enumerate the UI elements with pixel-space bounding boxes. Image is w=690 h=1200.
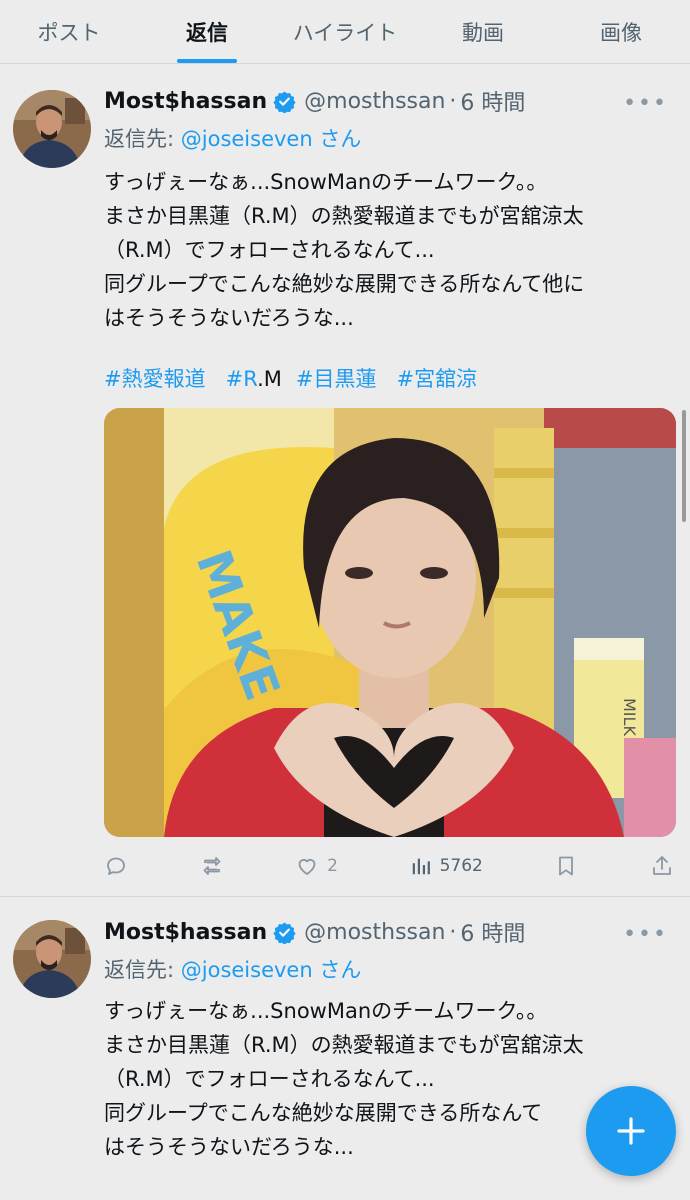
hashtag-link[interactable]: #目黒蓮 (296, 367, 377, 391)
share-icon (653, 856, 671, 875)
tab-label: 画像 (600, 20, 642, 45)
like-count: 2 (327, 856, 338, 876)
tweet[interactable]: Most$hassan @mosthssan · 6 時間 ••• 返信先: @… (0, 898, 690, 1200)
hashtag-link[interactable]: #宮舘涼 (396, 367, 477, 391)
tab-replies[interactable]: 返信 (138, 0, 276, 63)
display-name[interactable]: Most$hassan (104, 920, 267, 945)
bar-chart-icon (412, 858, 430, 875)
tweet-text-line: すっげぇーなぁ...SnowManのチームワーク。。 (104, 999, 548, 1023)
milk-carton-label: MILK (620, 698, 639, 736)
tweet-text: すっげぇーなぁ...SnowManのチームワーク。。 まさか目黒蓮（R.M）の熱… (104, 165, 684, 335)
mention-suffix[interactable]: さん (313, 958, 361, 982)
hashtag-link[interactable]: #熱愛報道 (104, 367, 206, 391)
tab-label: 動画 (462, 20, 504, 45)
handle[interactable]: @mosthssan (304, 89, 445, 114)
compose-button[interactable] (586, 1086, 676, 1176)
views-button[interactable]: 5762 (410, 855, 483, 877)
heart-icon (298, 859, 316, 875)
display-name[interactable]: Most$hassan (104, 89, 267, 114)
like-button[interactable]: 2 (295, 854, 338, 878)
tab-posts[interactable]: ポスト (0, 0, 138, 63)
hashtag-plain-text: .M (257, 367, 282, 391)
reply-icon (107, 857, 125, 875)
tab-label: 返信 (186, 20, 228, 45)
separator: · (449, 919, 457, 945)
tweet-text-line: はそうそうないだろうな... (104, 306, 354, 330)
tweet-text-line: （R.M）でフォローされるなんて... (104, 238, 435, 262)
more-dots-icon[interactable]: ••• (623, 91, 668, 116)
reply-to: 返信先: @joseiseven さん (104, 123, 361, 153)
profile-tabs: ポスト 返信 ハイライト 動画 画像 (0, 0, 690, 64)
scrollbar[interactable] (682, 410, 686, 522)
reply-to: 返信先: @joseiseven さん (104, 954, 361, 984)
active-tab-indicator (177, 59, 237, 63)
bookmark-button[interactable] (554, 854, 578, 878)
tweet-text-line: まさか目黒蓮（R.M）の熱愛報道までもが宮舘涼太 (104, 1033, 584, 1057)
tweet[interactable]: Most$hassan @mosthssan · 6 時間 ••• 返信先: @… (0, 65, 690, 897)
reply-button[interactable] (104, 854, 128, 878)
tab-images[interactable]: 画像 (552, 0, 690, 63)
mention-handle[interactable]: @joseiseven (181, 127, 313, 151)
avatar[interactable] (13, 90, 91, 168)
tweet-text-line: （R.M）でフォローされるなんて... (104, 1067, 435, 1091)
mention-handle[interactable]: @joseiseven (181, 958, 313, 982)
tweet-text-line: すっげぇーなぁ...SnowManのチームワーク。。 (104, 170, 548, 194)
more-dots-icon[interactable]: ••• (623, 922, 668, 947)
reply-to-label: 返信先: (104, 127, 181, 151)
tweet-header: Most$hassan @mosthssan · 6 時間 (104, 85, 525, 117)
view-count: 5762 (439, 856, 483, 876)
tweet-actions: 2 5762 (104, 851, 674, 881)
tab-label: ポスト (37, 20, 101, 45)
plus-icon (617, 1117, 645, 1145)
tweet-text-line: まさか目黒蓮（R.M）の熱愛報道までもが宮舘涼太 (104, 204, 584, 228)
bookmark-icon (559, 856, 574, 876)
timestamp[interactable]: 6 時間 (460, 85, 525, 117)
avatar[interactable] (13, 920, 91, 998)
repost-button[interactable] (200, 854, 224, 878)
mention-link[interactable]: @joseiseven さん (181, 127, 362, 151)
timestamp[interactable]: 6 時間 (460, 916, 525, 948)
share-button[interactable] (650, 854, 674, 878)
mention-suffix[interactable]: さん (313, 127, 361, 151)
verified-badge-icon (273, 921, 296, 945)
tweet-text-line: 同グループでこんな絶妙な展開できる所なんて他に (104, 272, 585, 296)
separator: · (449, 88, 457, 114)
tab-highlights[interactable]: ハイライト (276, 0, 414, 63)
tab-videos[interactable]: 動画 (414, 0, 552, 63)
handle[interactable]: @mosthssan (304, 920, 445, 945)
tweet-header: Most$hassan @mosthssan · 6 時間 (104, 916, 525, 948)
hashtag-link[interactable]: #R (226, 367, 257, 391)
hashtags: #熱愛報道 #R.M #目黒蓮 #宮舘涼 (104, 363, 497, 393)
tab-label: ハイライト (292, 20, 398, 45)
tweet-photo[interactable]: MILK MAKE (104, 408, 676, 837)
mention-link[interactable]: @joseiseven さん (181, 958, 362, 982)
repost-icon (203, 857, 220, 875)
reply-to-label: 返信先: (104, 958, 181, 982)
verified-badge-icon (273, 90, 296, 114)
